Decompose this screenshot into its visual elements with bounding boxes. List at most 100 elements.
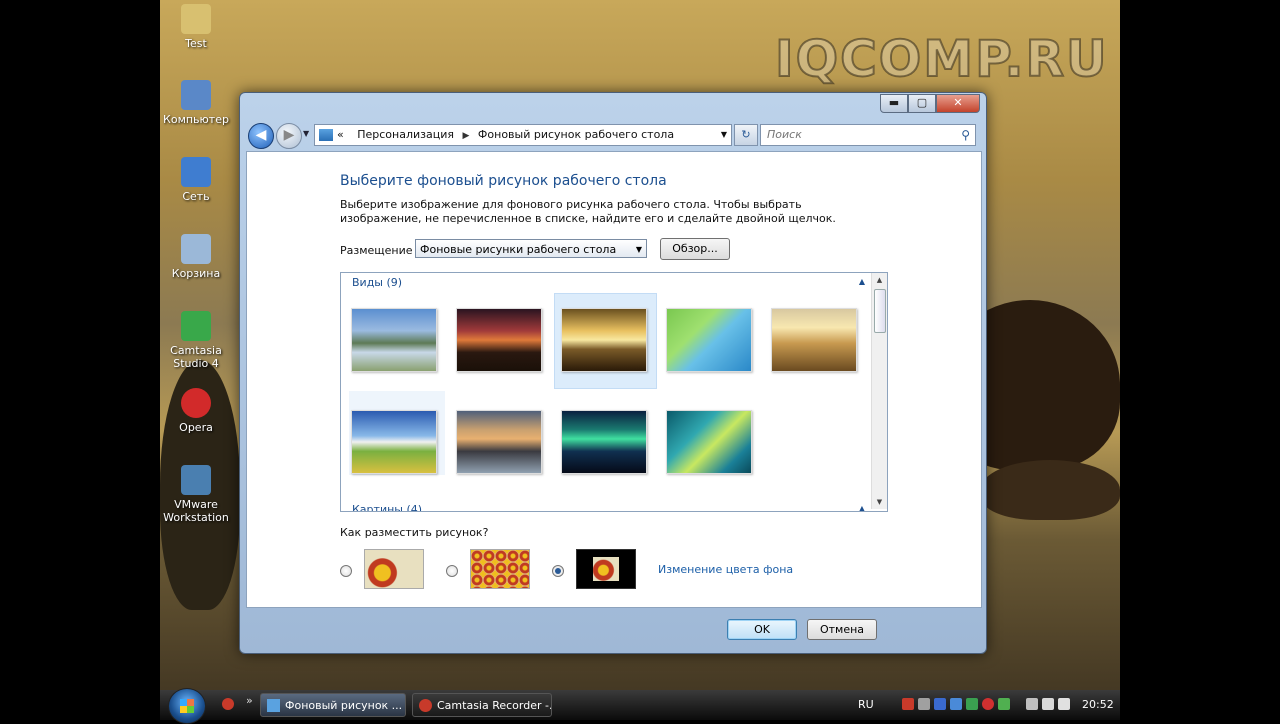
wallpaper-thumbnail[interactable] bbox=[351, 410, 437, 474]
breadcrumb-desktop-background[interactable]: Фоновый рисунок рабочего стола bbox=[478, 128, 674, 141]
search-input[interactable] bbox=[765, 127, 949, 142]
tray-icon[interactable] bbox=[966, 698, 978, 710]
wallpaper-thumbnail[interactable] bbox=[351, 308, 437, 372]
scroll-up-button[interactable]: ▲ bbox=[872, 273, 887, 287]
taskbar: » Фоновый рисунок ... Camtasia Recorder … bbox=[160, 688, 1120, 724]
position-center-radio[interactable] bbox=[552, 565, 564, 577]
desktop-icon-label: Test bbox=[185, 37, 207, 50]
watermark: IQCOMP.RU bbox=[774, 29, 1109, 89]
clock[interactable]: 20:52 bbox=[1082, 690, 1114, 720]
content-pane: Выберите фоновый рисунок рабочего стола … bbox=[246, 151, 982, 608]
tray-icon[interactable] bbox=[982, 698, 994, 710]
change-background-color-link[interactable]: Изменение цвета фона bbox=[658, 563, 793, 576]
folder-icon bbox=[181, 4, 211, 34]
breadcrumb-overflow[interactable]: « bbox=[337, 128, 344, 141]
forward-button[interactable]: ▶ bbox=[276, 123, 302, 149]
control-panel-icon bbox=[267, 699, 280, 712]
picture-position-label: Как разместить рисунок? bbox=[340, 526, 489, 539]
camtasia-icon bbox=[181, 311, 211, 341]
gallery-scrollbar[interactable]: ▲ ▼ bbox=[871, 273, 887, 509]
desktop-icon-label: Сеть bbox=[182, 190, 210, 203]
desktop-icon-recycle-bin[interactable]: Корзина bbox=[160, 234, 236, 280]
desktop-icon-label: VMware Workstation bbox=[163, 498, 229, 524]
wallpaper-thumbnail[interactable] bbox=[561, 410, 647, 474]
window-controls: ▬ ▢ ✕ bbox=[880, 94, 980, 113]
page-title: Выберите фоновый рисунок рабочего стола bbox=[340, 173, 667, 189]
desktop-icon-label: Opera bbox=[179, 421, 213, 434]
location-label: Размещение bbox=[340, 244, 413, 257]
vmware-icon bbox=[181, 465, 211, 495]
breadcrumb-personalization[interactable]: Персонализация bbox=[357, 128, 454, 141]
desktop-icon-vmware[interactable]: VMware Workstation bbox=[160, 465, 236, 524]
location-value: Фоновые рисунки рабочего стола bbox=[420, 243, 617, 256]
tray-icon[interactable] bbox=[902, 698, 914, 710]
close-button[interactable]: ✕ bbox=[936, 94, 980, 113]
quicklaunch-icon[interactable] bbox=[222, 698, 234, 710]
collapse-group-icon[interactable]: ▲ bbox=[859, 277, 865, 286]
language-indicator[interactable]: RU bbox=[858, 690, 874, 720]
wallpaper-thumbnail[interactable] bbox=[456, 308, 542, 372]
wallpaper-thumbnail[interactable] bbox=[666, 308, 752, 372]
desktop-icon-opera[interactable]: Opera bbox=[160, 388, 236, 434]
scroll-down-button[interactable]: ▼ bbox=[872, 495, 887, 509]
position-tile-radio[interactable] bbox=[446, 565, 458, 577]
personalization-window: ▬ ▢ ✕ ◀ ▶ ▼ « Персонализация ▶ Фоновый р… bbox=[239, 92, 987, 654]
start-button[interactable] bbox=[168, 688, 206, 724]
recycle-bin-icon bbox=[181, 234, 211, 264]
position-fill-preview[interactable] bbox=[364, 549, 424, 589]
taskbar-button-label: Camtasia Recorder -... bbox=[437, 699, 552, 712]
wallpaper-thumbnail[interactable] bbox=[456, 410, 542, 474]
computer-icon bbox=[181, 80, 211, 110]
address-dropdown-icon[interactable]: ▼ bbox=[721, 125, 727, 145]
taskbar-button-label: Фоновый рисунок ... bbox=[285, 699, 403, 712]
quicklaunch-more[interactable]: » bbox=[246, 694, 253, 707]
tray-icon[interactable] bbox=[950, 698, 962, 710]
chevron-right-icon: ▶ bbox=[462, 131, 470, 141]
ok-button[interactable]: OK bbox=[727, 619, 797, 640]
tray-icon[interactable] bbox=[998, 698, 1010, 710]
control-panel-icon bbox=[319, 129, 333, 141]
collapse-group-icon[interactable]: ▲ bbox=[859, 504, 865, 511]
group-header-paintings[interactable]: Картины (4) bbox=[352, 503, 422, 511]
desktop-icon-label: Корзина bbox=[171, 267, 221, 280]
desktop-icon-label: Компьютер bbox=[163, 113, 229, 126]
desktop-icon-camtasia[interactable]: Camtasia Studio 4 bbox=[160, 311, 236, 370]
tray-icon[interactable] bbox=[918, 698, 930, 710]
recent-pages-dropdown[interactable]: ▼ bbox=[303, 129, 309, 138]
opera-icon bbox=[181, 388, 211, 418]
location-select[interactable]: Фоновые рисунки рабочего стола ▼ bbox=[415, 239, 647, 258]
taskbar-button-camtasia[interactable]: Camtasia Recorder -... bbox=[412, 693, 552, 717]
tray-icon[interactable] bbox=[1042, 698, 1054, 710]
position-center-preview[interactable] bbox=[576, 549, 636, 589]
minimize-button[interactable]: ▬ bbox=[880, 94, 908, 113]
network-icon[interactable] bbox=[1026, 698, 1038, 710]
flower-image bbox=[593, 557, 619, 581]
desktop-icon-label: Camtasia Studio 4 bbox=[170, 344, 222, 370]
network-icon bbox=[181, 157, 211, 187]
wallpaper-thumbnail-selected[interactable] bbox=[561, 308, 647, 372]
desktop-icon-test[interactable]: Test bbox=[160, 4, 236, 50]
cancel-button[interactable]: Отмена bbox=[807, 619, 877, 640]
address-bar[interactable]: « Персонализация ▶ Фоновый рисунок рабоч… bbox=[314, 124, 732, 146]
browse-button[interactable]: Обзор... bbox=[660, 238, 730, 260]
desktop-icon-network[interactable]: Сеть bbox=[160, 157, 236, 203]
rock-decoration bbox=[980, 460, 1120, 520]
volume-icon[interactable] bbox=[1058, 698, 1070, 710]
refresh-button[interactable]: ↻ bbox=[734, 124, 758, 146]
position-fill-radio[interactable] bbox=[340, 565, 352, 577]
maximize-button[interactable]: ▢ bbox=[908, 94, 936, 113]
wallpaper-gallery: Виды (9) ▲ Картины (4) ▲ ▲ ▼ bbox=[340, 272, 888, 512]
position-tile-preview[interactable] bbox=[470, 549, 530, 589]
desktop-icon-computer[interactable]: Компьютер bbox=[160, 80, 236, 126]
search-icon[interactable]: ⚲ bbox=[961, 125, 970, 145]
group-header-views[interactable]: Виды (9) bbox=[352, 276, 402, 289]
taskbar-button-desktop-background[interactable]: Фоновый рисунок ... bbox=[260, 693, 406, 717]
bluetooth-icon[interactable] bbox=[934, 698, 946, 710]
search-box[interactable]: ⚲ bbox=[760, 124, 976, 146]
back-button[interactable]: ◀ bbox=[248, 123, 274, 149]
page-description: Выберите изображение для фонового рисунк… bbox=[340, 198, 836, 225]
wallpaper-thumbnail[interactable] bbox=[771, 308, 857, 372]
scroll-thumb[interactable] bbox=[874, 289, 886, 333]
chevron-down-icon: ▼ bbox=[635, 245, 642, 254]
wallpaper-thumbnail[interactable] bbox=[666, 410, 752, 474]
